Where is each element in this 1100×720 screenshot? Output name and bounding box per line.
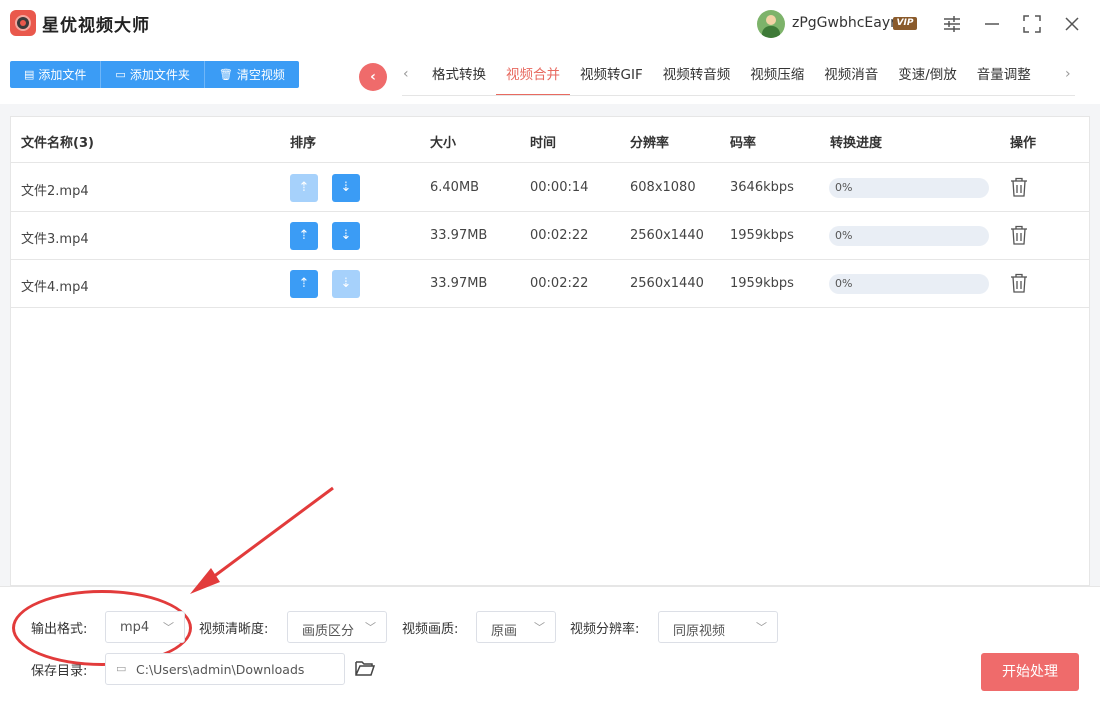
header-size: 大小 [430, 136, 457, 151]
vip-badge: VIP [893, 17, 917, 30]
tab-0[interactable]: 格式转换 [422, 56, 496, 96]
minimize-icon[interactable] [980, 12, 1004, 36]
clear-videos-button[interactable]: 🗑 清空视频 [204, 61, 299, 88]
table-row: 文件4.mp4 ⇡ ⇣ 33.97MB 00:02:22 2560x1440 1… [11, 260, 1089, 308]
file-name: 文件3.mp4 [21, 232, 89, 247]
add-folder-button[interactable]: ▭ 添加文件夹 [101, 61, 205, 88]
folder-small-icon: ▭ [116, 662, 127, 675]
save-dir-input[interactable]: ▭ C:\Users\admin\Downloads [105, 653, 345, 685]
trash-icon: 🗑 [218, 68, 233, 81]
conversion-progress-bar: 0% [829, 226, 989, 246]
tab-2[interactable]: 视频转GIF [570, 56, 653, 96]
file-icon: ▤ [24, 68, 35, 81]
conversion-progress-bar: 0% [829, 274, 989, 294]
file-resolution: 2560x1440 [630, 228, 704, 243]
file-size: 33.97MB [430, 276, 488, 291]
header-time: 时间 [530, 136, 557, 151]
tab-7[interactable]: 音量调整 [967, 56, 1041, 96]
move-down-button[interactable]: ⇣ [332, 270, 360, 298]
save-dir-label: 保存目录: [31, 664, 88, 679]
username[interactable]: zPgGwbhcEayr [792, 15, 896, 31]
chevron-down-icon: ﹀ [534, 621, 545, 634]
tab-4[interactable]: 视频压缩 [740, 56, 814, 96]
app-logo-icon [10, 10, 36, 36]
settings-sliders-icon[interactable] [940, 12, 964, 36]
delete-trash-icon[interactable] [1009, 176, 1029, 198]
file-toolbar: ▤ 添加文件 ▭ 添加文件夹 🗑 清空视频 [10, 61, 299, 88]
tabs-scroll-left-icon[interactable]: ‹ [403, 66, 409, 82]
tabs-scroll-right-icon[interactable]: › [1065, 66, 1071, 82]
file-bitrate: 1959kbps [730, 228, 794, 243]
resolution-select[interactable]: 同原视频 ﹀ [658, 611, 778, 643]
header-name: 文件名称(3) [21, 136, 94, 151]
chevron-down-icon: ﹀ [163, 621, 174, 634]
file-size: 33.97MB [430, 228, 488, 243]
tabs-divider [402, 95, 1075, 96]
progress-percent: 0% [835, 229, 853, 242]
tab-5[interactable]: 视频消音 [814, 56, 888, 96]
download-arrow-icon: ⇣ [340, 180, 352, 195]
file-bitrate: 3646kbps [730, 180, 794, 195]
header-actions: 操作 [1010, 136, 1037, 151]
output-format-select[interactable]: mp4 ﹀ [105, 611, 185, 643]
download-arrow-icon: ⇣ [340, 276, 352, 291]
clarity-label: 视频清晰度: [199, 622, 269, 637]
file-name: 文件4.mp4 [21, 280, 89, 295]
tab-3[interactable]: 视频转音频 [653, 56, 741, 96]
tab-1[interactable]: 视频合并 [496, 56, 570, 96]
clarity-select[interactable]: 画质区分 ﹀ [287, 611, 387, 643]
file-name: 文件2.mp4 [21, 184, 89, 199]
progress-percent: 0% [835, 277, 853, 290]
conversion-progress-bar: 0% [829, 178, 989, 198]
upload-arrow-icon: ⇡ [298, 276, 310, 291]
quality-label: 视频画质: [402, 622, 459, 637]
function-tabs: 格式转换 视频合并 视频转GIF 视频转音频 视频压缩 视频消音 变速/倒放 音量调整 [422, 56, 1041, 96]
chevron-down-icon: ﹀ [756, 621, 767, 634]
file-duration: 00:02:22 [530, 276, 589, 291]
table-header: 文件名称(3) 排序 大小 时间 分辨率 码率 转换进度 操作 [11, 117, 1089, 163]
tab-6[interactable]: 变速/倒放 [888, 56, 967, 96]
file-list-area: 文件名称(3) 排序 大小 时间 分辨率 码率 转换进度 操作 文件2.mp4 … [0, 104, 1100, 586]
file-size: 6.40MB [430, 180, 480, 195]
move-down-button[interactable]: ⇣ [332, 174, 360, 202]
collapse-back-button[interactable]: ‹ [359, 63, 387, 91]
delete-trash-icon[interactable] [1009, 272, 1029, 294]
app-title: 星优视频大师 [42, 16, 150, 36]
add-file-button[interactable]: ▤ 添加文件 [10, 61, 102, 88]
table-row: 文件2.mp4 ⇡ ⇣ 6.40MB 00:00:14 608x1080 364… [11, 164, 1089, 212]
file-resolution: 2560x1440 [630, 276, 704, 291]
move-up-button[interactable]: ⇡ [290, 174, 318, 202]
output-format-label: 输出格式: [31, 622, 88, 637]
file-resolution: 608x1080 [630, 180, 696, 195]
move-down-button[interactable]: ⇣ [332, 222, 360, 250]
maximize-icon[interactable] [1020, 12, 1044, 36]
header-progress: 转换进度 [830, 136, 883, 151]
file-duration: 00:02:22 [530, 228, 589, 243]
header-resolution: 分辨率 [630, 136, 670, 151]
resolution-label: 视频分辨率: [570, 622, 640, 637]
title-bar: 星优视频大师 zPgGwbhcEayr VIP [0, 0, 1100, 48]
move-up-button[interactable]: ⇡ [290, 270, 318, 298]
table-row: 文件3.mp4 ⇡ ⇣ 33.97MB 00:02:22 2560x1440 1… [11, 212, 1089, 260]
file-duration: 00:00:14 [530, 180, 589, 195]
output-settings-panel: 输出格式: mp4 ﹀ 视频清晰度: 画质区分 ﹀ 视频画质: 原画 ﹀ 视频分… [0, 586, 1100, 720]
close-icon[interactable] [1060, 12, 1084, 36]
file-bitrate: 1959kbps [730, 276, 794, 291]
start-processing-button[interactable]: 开始处理 [981, 653, 1079, 691]
move-up-button[interactable]: ⇡ [290, 222, 318, 250]
delete-trash-icon[interactable] [1009, 224, 1029, 246]
quality-select[interactable]: 原画 ﹀ [476, 611, 556, 643]
browse-folder-icon[interactable] [354, 658, 376, 678]
file-table: 文件名称(3) 排序 大小 时间 分辨率 码率 转换进度 操作 文件2.mp4 … [10, 116, 1090, 586]
header-sort: 排序 [290, 136, 317, 151]
download-arrow-icon: ⇣ [340, 228, 352, 243]
user-avatar[interactable] [757, 10, 785, 38]
upload-arrow-icon: ⇡ [298, 228, 310, 243]
chevron-down-icon: ﹀ [365, 621, 376, 634]
upload-arrow-icon: ⇡ [298, 180, 310, 195]
folder-icon: ▭ [115, 68, 126, 81]
progress-percent: 0% [835, 181, 853, 194]
header-bitrate: 码率 [730, 136, 757, 151]
